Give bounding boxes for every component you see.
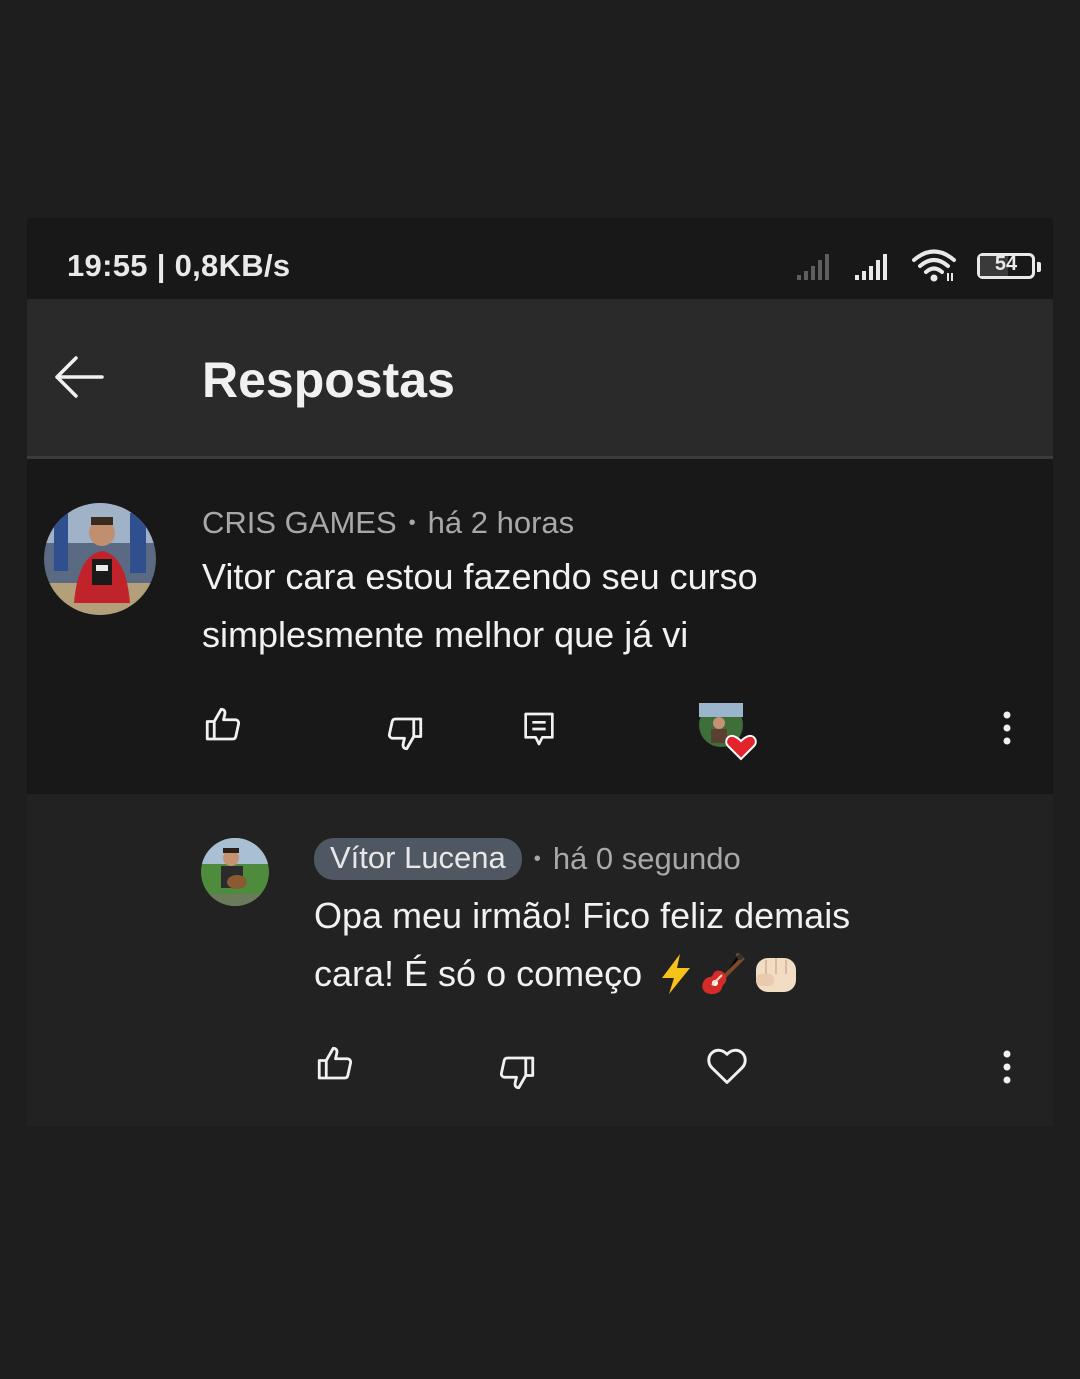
reply-more-button[interactable] bbox=[989, 1044, 1025, 1090]
signal-icon bbox=[797, 254, 829, 280]
dislike-button[interactable] bbox=[491, 1046, 543, 1098]
avatar-image bbox=[44, 503, 156, 615]
creator-heart-icon bbox=[699, 703, 757, 761]
fist-emoji bbox=[752, 952, 800, 996]
thumbs-down-icon bbox=[499, 1056, 535, 1090]
wifi-icon bbox=[912, 249, 956, 282]
thumbs-down-icon bbox=[387, 717, 423, 751]
status-icons: 54 bbox=[795, 246, 1041, 286]
reply-text: Opa meu irmão! Fico feliz demais cara! É… bbox=[314, 887, 850, 1003]
like-button[interactable] bbox=[309, 1038, 361, 1090]
reply-card: Vítor Lucena • há 0 segundo Opa meu irmã… bbox=[27, 794, 1053, 1126]
comment-text-line: simplesmente melhor que já vi bbox=[202, 614, 689, 655]
status-time-speed: 19:55 | 0,8KB/s bbox=[67, 248, 291, 283]
status-bar: 19:55 | 0,8KB/s 54 bbox=[27, 218, 1053, 299]
app-window: 19:55 | 0,8KB/s 54 Respostas CRIS GAMES … bbox=[27, 218, 1053, 1126]
comment-text-line: Vitor cara estou fazendo seu curso bbox=[202, 556, 758, 597]
page-title: Respostas bbox=[202, 352, 455, 408]
back-button[interactable] bbox=[49, 349, 109, 405]
reply-author-chip[interactable]: Vítor Lucena bbox=[314, 838, 522, 880]
comment-time: há 2 horas bbox=[427, 505, 575, 540]
avatar[interactable] bbox=[44, 503, 156, 615]
comment-meta: CRIS GAMES • há 2 horas bbox=[202, 505, 574, 541]
heart-button[interactable] bbox=[701, 1040, 753, 1092]
reply-icon bbox=[524, 712, 554, 746]
dislike-button[interactable] bbox=[379, 707, 431, 759]
creator-heart bbox=[697, 699, 763, 765]
reply-text-line: Opa meu irmão! Fico feliz demais bbox=[314, 895, 851, 936]
like-button[interactable] bbox=[197, 699, 249, 751]
more-vert-icon bbox=[1003, 1050, 1011, 1084]
heart-outline-icon bbox=[707, 1048, 747, 1084]
comment-card: CRIS GAMES • há 2 horas Vitor cara estou… bbox=[27, 459, 1053, 794]
reply-button[interactable] bbox=[513, 703, 565, 755]
meta-separator: • bbox=[408, 511, 416, 534]
more-vert-icon bbox=[1003, 711, 1011, 745]
app-bar: Respostas bbox=[27, 299, 1053, 459]
avatar[interactable] bbox=[201, 838, 269, 906]
guitar-emoji bbox=[700, 951, 746, 997]
comment-more-button[interactable] bbox=[989, 705, 1025, 751]
reply-text-line-2: cara! É só o começo bbox=[314, 945, 850, 1003]
comment-text: Vitor cara estou fazendo seu curso simpl… bbox=[202, 548, 758, 664]
signal-icon bbox=[855, 254, 887, 280]
meta-separator: • bbox=[533, 847, 541, 870]
back-arrow-icon bbox=[55, 356, 104, 398]
thumbs-up-icon bbox=[317, 1046, 353, 1080]
reply-meta: Vítor Lucena • há 0 segundo bbox=[314, 838, 741, 880]
lightning-emoji bbox=[658, 952, 694, 996]
comment-author[interactable]: CRIS GAMES bbox=[202, 505, 397, 541]
reply-text-line: cara! É só o começo bbox=[314, 953, 643, 994]
reply-time: há 0 segundo bbox=[552, 841, 741, 876]
thumbs-up-icon bbox=[205, 707, 241, 741]
battery-percentage: 54 bbox=[994, 253, 1018, 275]
battery-icon: 54 bbox=[977, 253, 1041, 279]
avatar-image bbox=[201, 838, 269, 906]
